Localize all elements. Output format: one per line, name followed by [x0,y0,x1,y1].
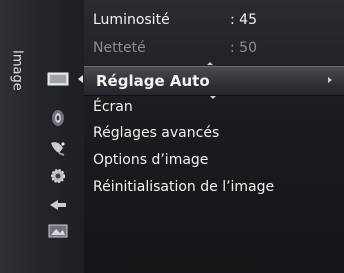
menu-item-nettete[interactable]: Netteté : 50 [84,36,344,60]
menu-item-label: Réinitialisation de l’image [93,179,275,195]
menu-item-label: Options d’image [93,152,209,168]
side-tab-image[interactable]: Image [0,0,35,273]
menu-item-label: Netteté [93,40,146,56]
side-tab-label: Image [9,49,25,91]
menu-item-luminosite[interactable]: Luminosité : 45 [84,8,344,32]
menu-item-options-image[interactable]: Options d’image [84,148,344,172]
menu-item-label: Écran [93,99,133,115]
menu-item-reglage-auto[interactable]: Réglage Auto [84,66,344,96]
menu-item-value: : 50 [230,40,257,56]
scroll-down-arrow-icon[interactable] [210,96,216,99]
sound-icon[interactable] [45,108,71,128]
picture-menu-list: Luminosité : 45 Netteté : 50 Réglage Aut… [84,0,344,273]
channel-icon[interactable] [45,138,71,158]
menu-item-label: Réglage Auto [96,72,210,90]
menu-item-value: : 45 [230,12,257,28]
scroll-up-arrow-icon[interactable] [207,62,213,65]
submenu-right-arrow-icon[interactable] [328,77,332,83]
gear-icon[interactable] [45,166,71,186]
picture-icon[interactable] [45,69,71,89]
menu-item-label: Réglages avancés [93,125,220,141]
selection-left-arrow-icon [78,75,83,83]
menu-item-label: Luminosité [93,12,170,28]
menu-item-reinitialisation-image[interactable]: Réinitialisation de l’image [84,175,344,199]
menu-item-reglages-avances[interactable]: Réglages avancés [84,121,344,145]
application-icon[interactable] [45,221,71,241]
input-icon[interactable] [45,195,71,215]
osd-menu-panel: Image Luminosité: 45 Netteté: 50 Régla… [0,0,344,273]
